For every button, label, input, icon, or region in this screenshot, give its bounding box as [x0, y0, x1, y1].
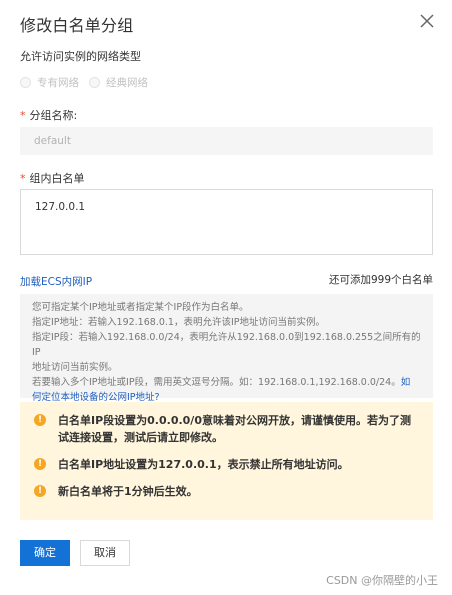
required-mark: *	[20, 172, 26, 185]
warning-text: 白名单IP地址设置为127.0.0.1，表示禁止所有地址访问。	[58, 458, 349, 471]
help-line: 指定IP地址：若输入192.168.0.1，表明允许该IP地址访问当前实例。	[32, 317, 325, 328]
watermark: CSDN @你隔壁的小王	[326, 574, 438, 587]
close-icon[interactable]	[418, 12, 436, 30]
warning-item: ! 白名单IP地址设置为127.0.0.1，表示禁止所有地址访问。	[34, 456, 419, 473]
warning-icon: !	[34, 458, 46, 470]
warning-box: ! 白名单IP段设置为0.0.0.0/0意味着对公网开放，请谨慎使用。若为了测试…	[20, 402, 433, 520]
dialog-title: 修改白名单分组	[20, 16, 134, 35]
warning-item: ! 新白名单将于1分钟后生效。	[34, 483, 419, 500]
confirm-button[interactable]: 确定	[20, 540, 70, 566]
help-public-ip-link[interactable]: 如	[401, 377, 411, 388]
help-line-last: 若要输入多个IP地址或IP段，需用英文逗号分隔。如：192.168.0.1,19…	[32, 377, 411, 388]
whitelist-textarea[interactable]: 127.0.0.1	[20, 189, 433, 255]
remaining-count: 还可添加999个白名单	[328, 274, 433, 286]
radio-circle-icon	[89, 77, 100, 88]
group-name-input: default	[20, 127, 433, 155]
warning-text: 白名单IP段设置为0.0.0.0/0意味着对公网开放，请谨慎使用。若为了测试连接…	[58, 414, 411, 444]
group-name-label: * 分组名称:	[20, 109, 78, 122]
radio-classic[interactable]: 经典网络	[89, 75, 148, 90]
help-box: 您可指定某个IP地址或者指定某个IP段作为白名单。 指定IP地址：若输入192.…	[20, 294, 433, 403]
radio-circle-icon	[20, 77, 31, 88]
warning-icon: !	[34, 485, 46, 497]
help-line: 指定IP段：若输入192.168.0.0/24，表明允许从192.168.0.0…	[32, 332, 421, 358]
whitelist-label: * 组内白名单	[20, 172, 85, 185]
warning-text: 新白名单将于1分钟后生效。	[58, 485, 198, 498]
warning-icon: !	[34, 414, 46, 426]
radio-vpc-label: 专有网络	[37, 77, 79, 89]
required-mark: *	[20, 109, 26, 122]
help-line: 您可指定某个IP地址或者指定某个IP段作为白名单。	[32, 302, 249, 313]
cancel-button[interactable]: 取消	[80, 540, 130, 566]
load-ecs-ip-link[interactable]: 加载ECS内网IP	[20, 274, 92, 289]
network-type-label: 允许访问实例的网络类型	[20, 50, 141, 63]
help-line: 地址访问当前实例。	[32, 362, 118, 373]
network-type-radio-group: 专有网络 经典网络	[20, 75, 148, 90]
radio-classic-label: 经典网络	[106, 77, 148, 89]
radio-vpc[interactable]: 专有网络	[20, 75, 79, 90]
warning-item: ! 白名单IP段设置为0.0.0.0/0意味着对公网开放，请谨慎使用。若为了测试…	[34, 412, 419, 446]
edit-whitelist-dialog: 修改白名单分组 允许访问实例的网络类型 专有网络 经典网络 * 分组名称: def…	[0, 0, 452, 595]
